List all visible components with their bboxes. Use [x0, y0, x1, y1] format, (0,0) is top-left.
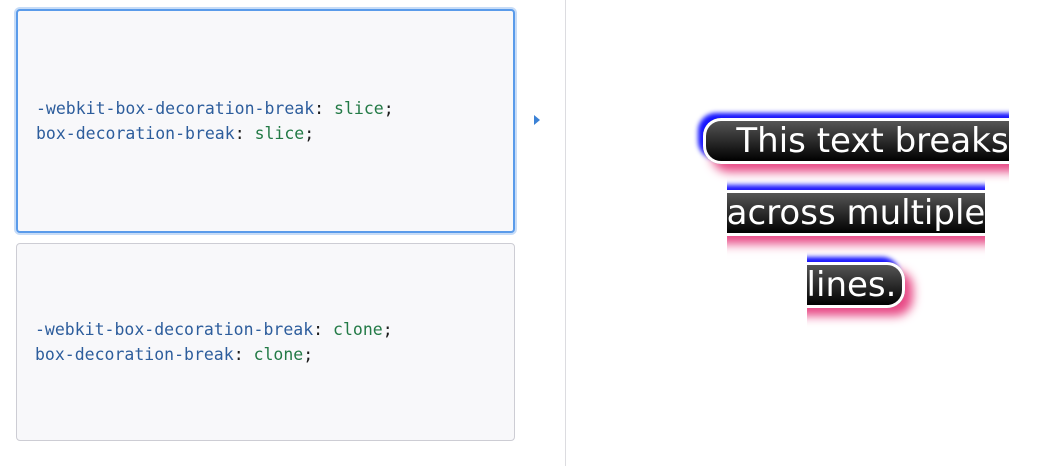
code-block: -webkit-box-decoration-break: slice; box…: [36, 96, 394, 146]
colon: :: [234, 124, 255, 143]
selected-indicator-icon: [534, 115, 540, 125]
property-name: -webkit-box-decoration-break: [35, 320, 314, 339]
property-name: -webkit-box-decoration-break: [36, 99, 315, 118]
property-name: box-decoration-break: [35, 345, 234, 364]
colon: :: [314, 99, 335, 118]
choices-panel: -webkit-box-decoration-break: slice; box…: [0, 0, 565, 466]
choice-clone[interactable]: -webkit-box-decoration-break: clone; box…: [16, 243, 515, 441]
property-value: clone: [253, 345, 304, 364]
decorated-text: This text breaks across multiple lines.: [703, 118, 1009, 308]
output-container: This text breaks across multiple lines.: [696, 105, 1016, 321]
semicolon: ;: [303, 345, 314, 364]
semicolon: ;: [383, 99, 394, 118]
colon: :: [233, 345, 254, 364]
property-value: slice: [254, 124, 305, 143]
choice-slice[interactable]: -webkit-box-decoration-break: slice; box…: [16, 9, 515, 233]
colon: :: [313, 320, 334, 339]
semicolon: ;: [382, 320, 393, 339]
property-value: slice: [334, 99, 384, 118]
semicolon: ;: [304, 124, 315, 143]
code-block: -webkit-box-decoration-break: clone; box…: [35, 317, 393, 367]
property-value: clone: [333, 320, 383, 339]
output-panel: This text breaks across multiple lines.: [566, 0, 1061, 466]
property-name: box-decoration-break: [36, 124, 235, 143]
